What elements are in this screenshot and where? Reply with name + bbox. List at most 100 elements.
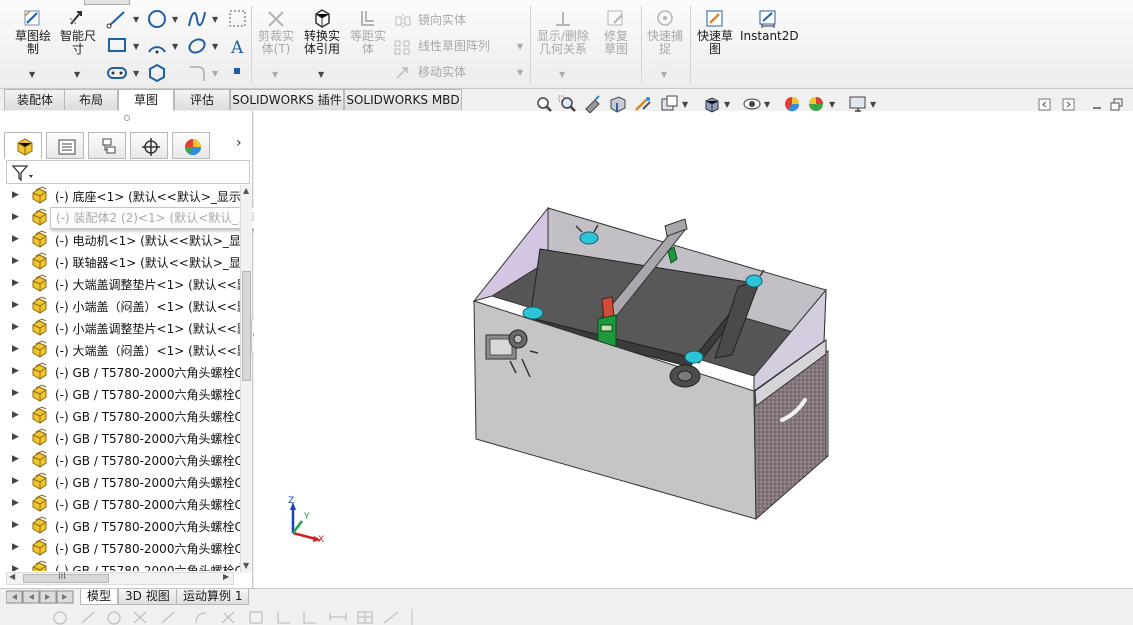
hide-show-dropdown[interactable]: ▼: [764, 100, 770, 109]
scroll-thumb-horizontal[interactable]: III: [23, 572, 109, 583]
spline-dropdown[interactable]: ▼: [212, 15, 218, 24]
expand-arrow-icon[interactable]: ▶: [12, 344, 19, 354]
apply-scene-icon[interactable]: [806, 95, 826, 113]
offset-entities-button[interactable]: 等距实体: [348, 8, 388, 56]
fillet-dropdown[interactable]: ▼: [212, 69, 218, 78]
tab-assembly[interactable]: 装配体: [4, 89, 66, 110]
construction-geometry-icon[interactable]: [227, 8, 249, 30]
tab-dimxpert[interactable]: [130, 132, 168, 159]
graphics-area[interactable]: Z Y X: [254, 111, 1133, 588]
point-icon[interactable]: [230, 64, 244, 78]
ellipse-icon[interactable]: [186, 35, 208, 57]
display-relations-button[interactable]: 显示/删除几何关系: [534, 8, 592, 56]
expand-arrow-icon[interactable]: ▶: [12, 366, 19, 376]
expand-arrow-icon[interactable]: ▶: [12, 454, 19, 464]
smart-dimension-button[interactable]: 智能尺寸: [58, 8, 98, 56]
tab-3d-view[interactable]: 3D 视图: [118, 589, 177, 605]
tree-item[interactable]: ▶ (-) GB / T5780-2000六角头螺栓C级: [0, 493, 240, 515]
tab-motion-study[interactable]: 运动算例 1: [176, 589, 250, 605]
expand-arrow-icon[interactable]: ▶: [12, 256, 19, 266]
move-dropdown[interactable]: ▼: [517, 68, 523, 77]
circle-dropdown[interactable]: ▼: [172, 15, 178, 24]
scroll-thumb[interactable]: [242, 271, 251, 381]
linear-pattern-button[interactable]: 线性草图阵列: [394, 37, 490, 55]
tree-item[interactable]: ▶ (-) 小端盖调整垫片<1> (默认<<默认>_显示状态-1>): [0, 317, 240, 339]
instant2d-button[interactable]: Instant2D: [740, 8, 799, 43]
tab-layout[interactable]: 布局: [64, 89, 118, 110]
tree-item[interactable]: ▶ (-) GB / T5780-2000六角头螺栓C级: [0, 361, 240, 383]
edit-appearance-icon[interactable]: [782, 95, 802, 113]
arc-icon[interactable]: [146, 35, 168, 57]
slot-icon[interactable]: [106, 62, 128, 84]
expand-arrow-icon[interactable]: ▶: [12, 322, 19, 332]
tab-solidworks-mbd[interactable]: SOLIDWORKS MBD: [344, 89, 462, 110]
mirror-entities-button[interactable]: 镜向实体: [394, 11, 466, 29]
slot-dropdown[interactable]: ▼: [133, 69, 139, 78]
tree-item[interactable]: ▶ (-) 电动机<1> (默认<<默认>_显示状态-1>): [0, 229, 240, 251]
tree-item[interactable]: ▶ (-) 大端盖调整垫片<1> (默认<<默认>_显示状态-1>): [0, 273, 240, 295]
convert-entities-button[interactable]: 转换实体引用: [300, 8, 344, 56]
model-canvas[interactable]: Z Y X: [254, 111, 1133, 588]
tab-sketch[interactable]: 草图: [118, 89, 174, 111]
tree-item[interactable]: ▶ (-) 大端盖（闷盖）<1> (默认<<默认>_显示状态-1>): [0, 339, 240, 361]
trim-dropdown[interactable]: ▼: [272, 70, 278, 79]
move-entities-button[interactable]: 移动实体: [394, 63, 466, 81]
smart-dimension-dropdown[interactable]: ▼: [74, 70, 80, 79]
scroll-up-icon[interactable]: ▲: [243, 186, 249, 195]
quick-snaps-button[interactable]: 快速捕捉: [645, 8, 685, 56]
linear-pattern-dropdown[interactable]: ▼: [517, 42, 523, 51]
view-settings-icon[interactable]: [848, 95, 868, 113]
trim-entities-button[interactable]: 剪裁实体(T): [256, 8, 296, 56]
tree-item[interactable]: ▶ (-) 联轴器<1> (默认<<默认>_显示状态-1>): [0, 251, 240, 273]
rapid-sketch-button[interactable]: 快速草图: [694, 8, 736, 56]
display-style-icon[interactable]: [702, 95, 722, 113]
expand-arrow-icon[interactable]: ▶: [12, 212, 19, 222]
tree-vertical-scrollbar[interactable]: ▲ ▼: [240, 185, 252, 573]
previous-view-icon[interactable]: [583, 95, 603, 113]
expand-arrow-icon[interactable]: ▶: [12, 520, 19, 530]
expand-arrow-icon[interactable]: ▶: [12, 388, 19, 398]
panel-grip[interactable]: [124, 115, 130, 121]
fillet-icon[interactable]: [186, 62, 208, 84]
tab-model[interactable]: 模型: [80, 589, 119, 605]
expand-arrow-icon[interactable]: ▶: [12, 234, 19, 244]
display-style-dropdown[interactable]: ▼: [724, 100, 730, 109]
view-orientation-dropdown[interactable]: ▼: [682, 100, 688, 109]
scroll-left-icon[interactable]: ◀: [9, 572, 15, 581]
section-view-icon[interactable]: [608, 95, 628, 113]
expand-arrow-icon[interactable]: ▶: [12, 564, 19, 571]
scroll-down-icon[interactable]: ▼: [243, 561, 249, 570]
rectangle-icon[interactable]: [106, 35, 128, 57]
tab-display-manager[interactable]: [172, 132, 210, 159]
tree-item[interactable]: ▶ (-) GB / T5780-2000六角头螺栓C级: [0, 515, 240, 537]
arc-dropdown[interactable]: ▼: [172, 42, 178, 51]
chevron-right-icon[interactable]: ›: [236, 135, 242, 151]
dynamic-annotation-icon[interactable]: [633, 95, 653, 113]
expand-arrow-icon[interactable]: ▶: [12, 190, 19, 200]
expand-arrow-icon[interactable]: ▶: [12, 542, 19, 552]
tree-item[interactable]: ▶ (-) 底座<1> (默认<<默认>_显示状态-1>): [0, 185, 240, 207]
hide-show-items-icon[interactable]: [742, 95, 762, 113]
tab-feature-tree[interactable]: [4, 132, 42, 159]
tree-item[interactable]: ▶ (-) GB / T5780-2000六角头螺栓C级: [0, 449, 240, 471]
expand-arrow-icon[interactable]: ▶: [12, 476, 19, 486]
spline-icon[interactable]: [186, 8, 208, 30]
tile-right-icon[interactable]: [1062, 98, 1076, 112]
tab-property-manager[interactable]: [46, 132, 84, 159]
repair-sketch-button[interactable]: 修复草图: [596, 8, 636, 56]
restore-icon[interactable]: [1110, 98, 1124, 112]
expand-arrow-icon[interactable]: ▶: [12, 300, 19, 310]
tree-item[interactable]: ▶ (-) GB / T5780-2000六角头螺栓C级: [0, 427, 240, 449]
expand-arrow-icon[interactable]: ▶: [12, 278, 19, 288]
expand-arrow-icon[interactable]: ▶: [12, 498, 19, 508]
tile-left-icon[interactable]: [1038, 98, 1052, 112]
tree-item[interactable]: ▶ (-) GB / T5780-2000六角头螺栓C级: [0, 537, 240, 559]
feature-filter[interactable]: [6, 160, 250, 184]
polygon-icon[interactable]: [146, 62, 168, 84]
expand-arrow-icon[interactable]: ▶: [12, 432, 19, 442]
text-icon[interactable]: A: [227, 35, 249, 57]
tree-item[interactable]: ▶ (-) GB / T5780-2000六角头螺栓C级: [0, 471, 240, 493]
line-icon[interactable]: [106, 8, 128, 30]
tab-solidworks-addins[interactable]: SOLIDWORKS 插件: [230, 89, 344, 110]
tree-horizontal-scrollbar[interactable]: ◀ III ▶: [6, 572, 234, 585]
